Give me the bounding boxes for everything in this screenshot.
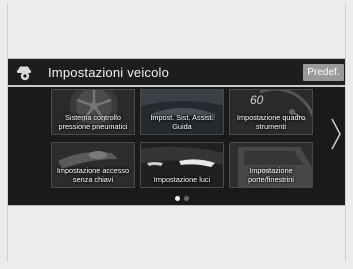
- car-settings-icon: [17, 66, 31, 81]
- default-button[interactable]: Predef.: [303, 64, 344, 81]
- tile-label: Impostazione porte/finestrini: [248, 166, 294, 184]
- page-frame-bottom: [7, 205, 346, 206]
- tile-lights[interactable]: Impostazione luci: [140, 142, 224, 188]
- header-divider: [8, 85, 345, 87]
- tile-doors-windows[interactable]: Impostazione porte/finestrini: [229, 142, 313, 188]
- page-indicator: [172, 196, 192, 202]
- page-dot-active: [175, 196, 180, 201]
- vehicle-settings-screen: Impostazioni veicolo Predef. Sistema con…: [8, 59, 345, 205]
- header-bar: Impostazioni veicolo Predef.: [8, 59, 345, 85]
- tile-label: Impostazione accesso senza chiavi: [56, 166, 130, 184]
- tile-label: Impostazione luci: [153, 174, 211, 184]
- gauge-speed-text: 60: [250, 93, 264, 107]
- page-title: Impostazioni veicolo: [48, 65, 170, 80]
- tile-tire-pressure[interactable]: Sistema controllo pressione pneumatici: [51, 89, 135, 135]
- tile-keyless-access[interactable]: Impostazione accesso senza chiavi: [51, 142, 135, 188]
- tile-driver-assist[interactable]: Impost. Sist. Assist. Guida: [140, 89, 224, 135]
- page-dot: [184, 196, 189, 201]
- tile-label: Impostazione quadro strumenti: [236, 113, 306, 131]
- page-frame-right: [345, 3, 346, 262]
- chevron-right-icon[interactable]: [330, 117, 342, 151]
- tile-label: Sistema controllo pressione pneumatici: [58, 113, 128, 131]
- tile-instrument-panel[interactable]: 60 Impostazione quadro strumenti: [229, 89, 313, 135]
- tile-label: Impost. Sist. Assist. Guida: [150, 113, 214, 131]
